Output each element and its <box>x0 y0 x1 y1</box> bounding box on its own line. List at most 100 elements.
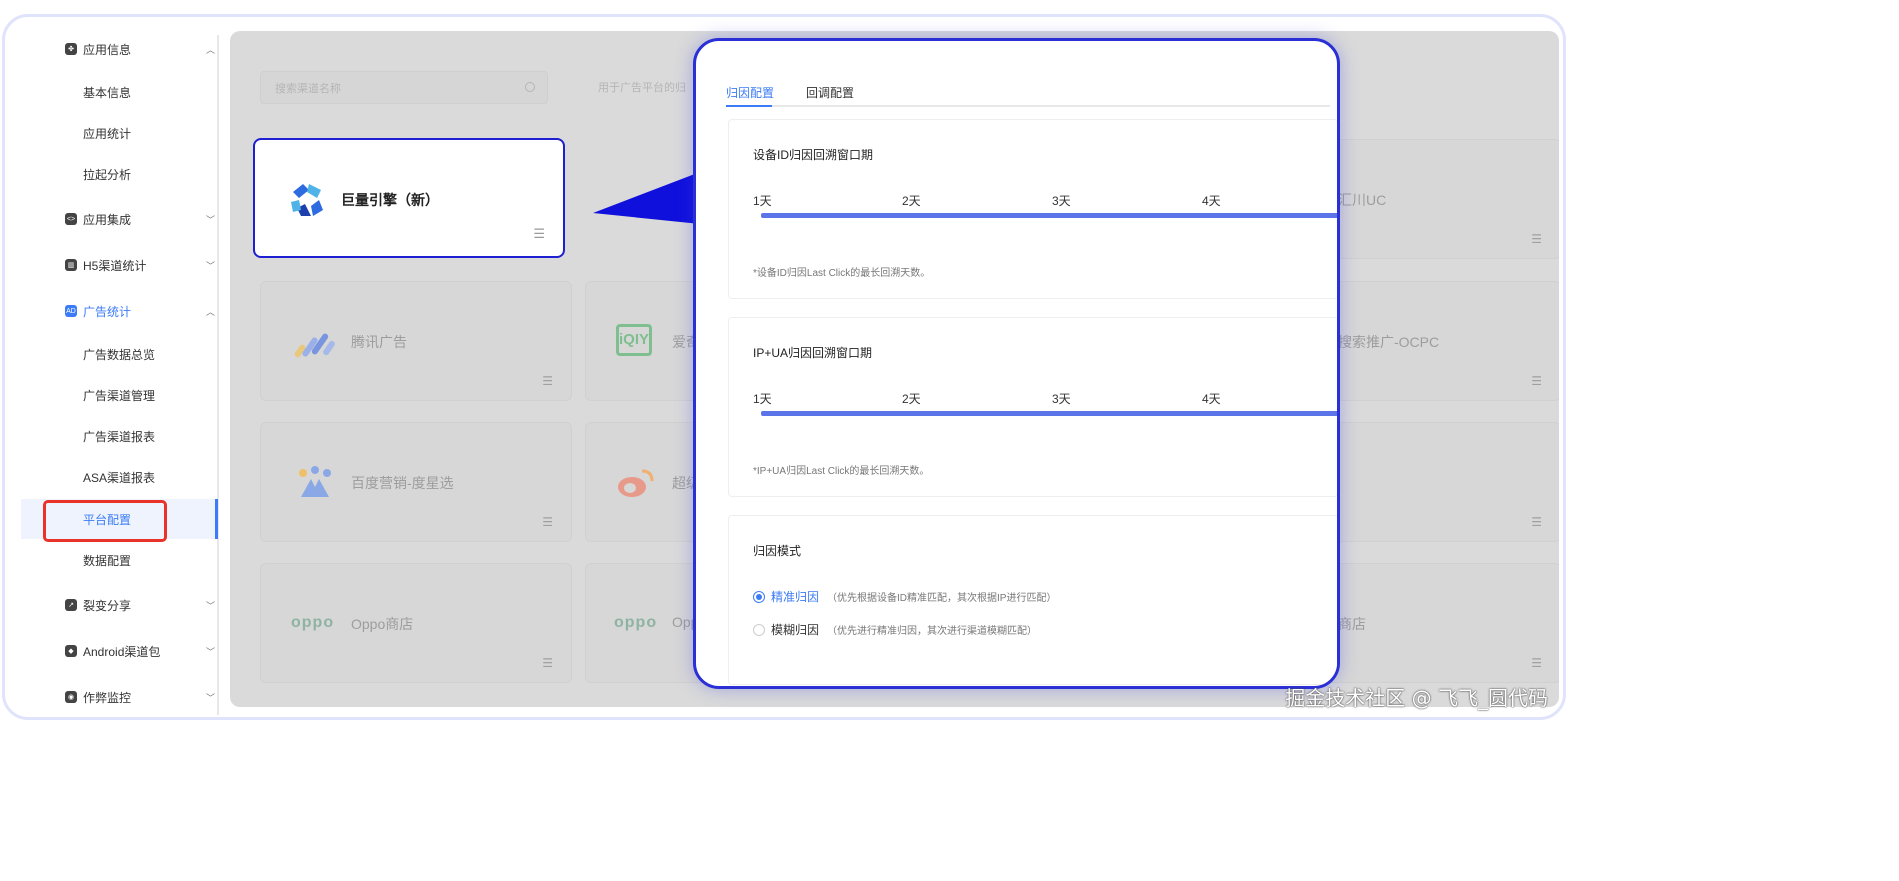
attribution-config-popup: 归因配置 回调配置 设备ID归因回溯窗口期 1天 2天 3天 4天 *设备ID归… <box>693 38 1340 689</box>
radio-button[interactable] <box>753 590 765 603</box>
chevron-down-icon: ﹀ <box>205 214 215 225</box>
sidebar-group-integration[interactable]: <> 应用集成 ﹀ <box>65 207 215 231</box>
radio-fuzzy[interactable]: 模糊归因 （优先进行精准归因，其次进行渠道模糊匹配） <box>753 621 1037 638</box>
device-window-slider[interactable] <box>761 213 1337 218</box>
channel-card-oppo-2[interactable]: oppo Opp <box>585 563 705 683</box>
day-tick: 1天 <box>753 194 772 208</box>
radio-precise[interactable]: 精准归因 （优先根据设备ID精准匹配，其次根据IP进行匹配） <box>753 588 1056 605</box>
page-hint: 用于广告平台的归 <box>598 82 686 94</box>
group-label: 应用信息 <box>83 42 132 57</box>
active-tab-underline <box>726 105 772 107</box>
day-tick: 2天 <box>902 194 921 208</box>
apps-icon: ✤ <box>65 43 77 55</box>
baidu-star-logo <box>299 466 331 497</box>
sidebar-group-h5[interactable]: ▥ H5渠道统计 ﹀ <box>65 253 215 277</box>
weibo-logo <box>618 469 654 497</box>
ipua-window-slider[interactable] <box>761 411 1337 416</box>
chevron-down-icon: ﹀ <box>205 692 215 703</box>
sidebar-item-basic-info[interactable]: 基本信息 <box>21 72 218 112</box>
ipua-window-panel: IP+UA归因回溯窗口期 1天 2天 3天 4天 *IP+UA归因Last Cl… <box>728 317 1337 497</box>
card-name: 搜索推广-OCPC <box>1338 334 1440 350</box>
day-tick: 1天 <box>753 392 772 406</box>
radio-label: 精准归因 <box>771 590 820 604</box>
chevron-down-icon: ﹀ <box>205 260 215 271</box>
sidebar-item-label: 广告渠道管理 <box>83 388 156 403</box>
card-name: 腾讯广告 <box>351 334 407 350</box>
device-window-panel: 设备ID归因回溯窗口期 1天 2天 3天 4天 *设备ID归因Last Clic… <box>728 119 1337 299</box>
sidebar-group-android[interactable]: ◆ Android渠道包 ﹀ <box>65 639 215 663</box>
radio-button[interactable] <box>753 623 765 636</box>
settings-icon[interactable]: ☰ <box>1531 374 1542 388</box>
config-tabs: 归因配置 回调配置 <box>726 81 1330 107</box>
panel-title: 设备ID归因回溯窗口期 <box>753 148 874 162</box>
day-ticks: 1天 2天 3天 4天 <box>753 192 1337 208</box>
sidebar-item-label: 应用统计 <box>83 126 132 141</box>
sidebar-item-data-config[interactable]: 数据配置 <box>21 540 218 580</box>
search-icon <box>525 82 535 92</box>
settings-icon[interactable]: ☰ <box>1531 515 1542 529</box>
group-label: 裂变分享 <box>83 598 132 613</box>
sidebar-item-label: 数据配置 <box>83 553 132 568</box>
radio-desc: （优先根据设备ID精准匹配，其次根据IP进行匹配） <box>827 593 1057 604</box>
sidebar-item-label: 拉起分析 <box>83 167 132 182</box>
channel-card-iqiyi[interactable]: iQIY 爱奇 <box>585 281 705 401</box>
oceanengine-logo <box>291 184 323 216</box>
sidebar-item-ad-overview[interactable]: 广告数据总览 <box>21 334 218 374</box>
card-name: Oppo商店 <box>351 616 414 632</box>
share-icon: ↗ <box>65 599 77 611</box>
annotation-red-box <box>43 500 167 542</box>
radio-label: 模糊归因 <box>771 623 820 637</box>
search-input[interactable]: 搜索渠道名称 <box>260 71 548 104</box>
day-ticks: 1天 2天 3天 4天 <box>753 390 1337 406</box>
sidebar-item-launch-analysis[interactable]: 拉起分析 <box>21 154 218 194</box>
code-icon: <> <box>65 213 77 225</box>
attribution-mode-panel: 归因模式 精准归因 （优先根据设备ID精准匹配，其次根据IP进行匹配） 模糊归因… <box>728 515 1337 685</box>
panel-title: 归因模式 <box>753 544 802 558</box>
tab-callback-config[interactable]: 回调配置 <box>806 84 854 101</box>
settings-icon[interactable]: ☰ <box>1531 656 1542 670</box>
chart-icon: ▥ <box>65 259 77 271</box>
settings-icon[interactable]: ☰ <box>542 374 553 388</box>
sidebar-group-share[interactable]: ↗ 裂变分享 ﹀ <box>65 593 215 617</box>
tencent-ads-logo <box>294 333 335 358</box>
group-label: 应用集成 <box>83 212 132 227</box>
day-tick: 4天 <box>1202 194 1221 208</box>
chevron-down-icon: ﹀ <box>205 600 215 611</box>
card-name: 巨量引擎（新） <box>341 192 439 208</box>
panel-note: *设备ID归因Last Click的最长回溯天数。 <box>753 268 931 279</box>
sidebar-group-anti-cheat[interactable]: ◉ 作弊监控 ﹀ <box>65 685 215 709</box>
shield-icon: ◉ <box>65 691 77 703</box>
oppo-logo: oppo <box>614 614 658 631</box>
chevron-up-icon: ︿ <box>205 306 215 317</box>
sidebar-group-app-info[interactable]: ✤ 应用信息 ︿ <box>65 37 215 61</box>
sidebar-item-asa-report[interactable]: ASA渠道报表 <box>21 457 218 497</box>
card-name: 汇川UC <box>1338 192 1387 208</box>
group-label: 广告统计 <box>83 304 132 319</box>
sidebar-item-ad-channel-manage[interactable]: 广告渠道管理 <box>21 375 218 415</box>
panel-title: IP+UA归因回溯窗口期 <box>753 346 873 360</box>
iqiyi-logo: iQIY <box>616 324 652 356</box>
highlighted-card-oceanengine[interactable]: 巨量引擎（新） ☰ <box>253 138 565 258</box>
oppo-logo: oppo <box>291 614 335 631</box>
tab-attribution-config[interactable]: 归因配置 <box>726 84 774 101</box>
channel-card-tencent[interactable]: 腾讯广告 ☰ <box>260 281 572 401</box>
day-tick: 2天 <box>902 392 921 406</box>
channel-card-weibo[interactable]: 超级 <box>585 422 705 542</box>
settings-icon[interactable]: ☰ <box>1531 232 1542 246</box>
group-label: 作弊监控 <box>83 690 132 705</box>
channel-card-oppo[interactable]: oppo Oppo商店 ☰ <box>260 563 572 683</box>
settings-icon[interactable]: ☰ <box>533 226 545 242</box>
sidebar-item-app-stats[interactable]: 应用统计 <box>21 113 218 153</box>
settings-icon[interactable]: ☰ <box>542 515 553 529</box>
sidebar-item-label: 基本信息 <box>83 85 132 100</box>
sidebar-group-ad-stats[interactable]: AD 广告统计 ︿ <box>65 299 215 323</box>
day-tick: 3天 <box>1052 194 1071 208</box>
group-label: H5渠道统计 <box>83 258 147 273</box>
search-placeholder: 搜索渠道名称 <box>275 82 341 95</box>
channel-card-baidu-star[interactable]: 百度营销-度星选 ☰ <box>260 422 572 542</box>
radio-desc: （优先进行精准归因，其次进行渠道模糊匹配） <box>827 626 1038 637</box>
sidebar-item-ad-channel-report[interactable]: 广告渠道报表 <box>21 416 218 456</box>
chevron-down-icon: ﹀ <box>205 646 215 657</box>
settings-icon[interactable]: ☰ <box>542 656 553 670</box>
group-label: Android渠道包 <box>83 644 161 659</box>
